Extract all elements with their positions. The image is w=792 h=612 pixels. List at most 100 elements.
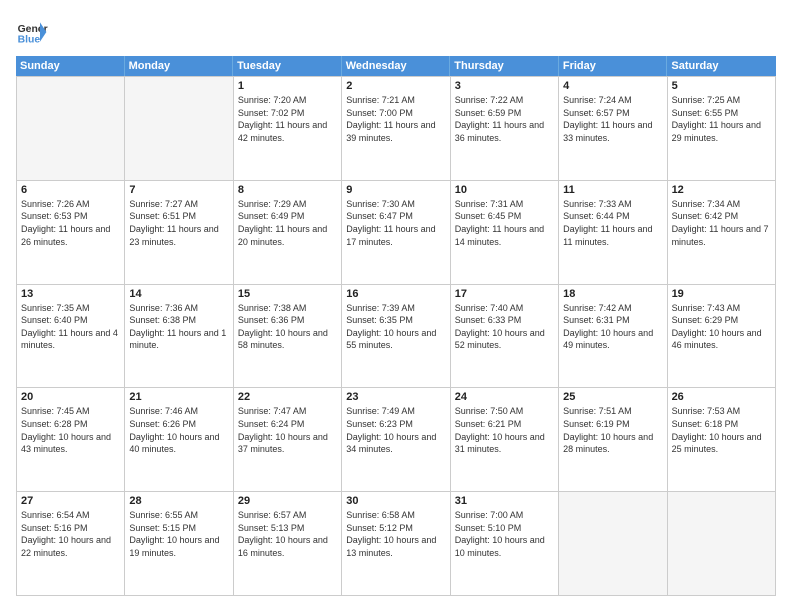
- day-info: Sunrise: 7:22 AM Sunset: 6:59 PM Dayligh…: [455, 94, 554, 144]
- weekday-header-thursday: Thursday: [450, 56, 559, 76]
- calendar-cell: 17 Sunrise: 7:40 AM Sunset: 6:33 PM Dayli…: [451, 285, 559, 389]
- calendar-cell: 9 Sunrise: 7:30 AM Sunset: 6:47 PM Daylig…: [342, 181, 450, 285]
- day-info: Sunrise: 6:55 AM Sunset: 5:15 PM Dayligh…: [129, 509, 228, 559]
- day-number: 21: [129, 391, 228, 403]
- day-number: 15: [238, 288, 337, 300]
- day-info: Sunrise: 7:39 AM Sunset: 6:35 PM Dayligh…: [346, 302, 445, 352]
- logo-icon: General Blue: [16, 16, 48, 48]
- day-info: Sunrise: 7:53 AM Sunset: 6:18 PM Dayligh…: [672, 405, 771, 455]
- day-number: 27: [21, 495, 120, 507]
- day-number: 23: [346, 391, 445, 403]
- calendar-cell: 5 Sunrise: 7:25 AM Sunset: 6:55 PM Daylig…: [668, 77, 776, 181]
- day-number: 9: [346, 184, 445, 196]
- calendar-cell: 11 Sunrise: 7:33 AM Sunset: 6:44 PM Dayli…: [559, 181, 667, 285]
- svg-text:Blue: Blue: [18, 34, 41, 45]
- calendar-cell: 15 Sunrise: 7:38 AM Sunset: 6:36 PM Dayli…: [234, 285, 342, 389]
- calendar-cell: 1Sunrise: 7:20 AM Sunset: 7:02 PM Daylig…: [234, 77, 342, 181]
- calendar-cell: 31 Sunrise: 7:00 AM Sunset: 5:10 PM Dayli…: [451, 492, 559, 596]
- day-number: 25: [563, 391, 662, 403]
- day-number: 11: [563, 184, 662, 196]
- day-number: 19: [672, 288, 771, 300]
- day-info: Sunrise: 7:30 AM Sunset: 6:47 PM Dayligh…: [346, 198, 445, 248]
- weekday-header-wednesday: Wednesday: [342, 56, 451, 76]
- day-info: Sunrise: 7:24 AM Sunset: 6:57 PM Dayligh…: [563, 94, 662, 144]
- calendar-cell: 16 Sunrise: 7:39 AM Sunset: 6:35 PM Dayli…: [342, 285, 450, 389]
- calendar-cell: 10 Sunrise: 7:31 AM Sunset: 6:45 PM Dayli…: [451, 181, 559, 285]
- page-header: General Blue: [16, 16, 776, 48]
- calendar-cell: 30 Sunrise: 6:58 AM Sunset: 5:12 PM Dayli…: [342, 492, 450, 596]
- day-info: Sunrise: 7:49 AM Sunset: 6:23 PM Dayligh…: [346, 405, 445, 455]
- day-info: Sunrise: 7:21 AM Sunset: 7:00 PM Dayligh…: [346, 94, 445, 144]
- calendar-cell: 26 Sunrise: 7:53 AM Sunset: 6:18 PM Dayli…: [668, 388, 776, 492]
- day-number: 31: [455, 495, 554, 507]
- day-info: Sunrise: 7:34 AM Sunset: 6:42 PM Dayligh…: [672, 198, 771, 248]
- day-info: Sunrise: 6:54 AM Sunset: 5:16 PM Dayligh…: [21, 509, 120, 559]
- day-info: Sunrise: 7:51 AM Sunset: 6:19 PM Dayligh…: [563, 405, 662, 455]
- calendar-cell: 12 Sunrise: 7:34 AM Sunset: 6:42 PM Dayli…: [668, 181, 776, 285]
- calendar-cell: [125, 77, 233, 181]
- calendar-cell: 3 Sunrise: 7:22 AM Sunset: 6:59 PM Daylig…: [451, 77, 559, 181]
- day-number: 26: [672, 391, 771, 403]
- day-number: 7: [129, 184, 228, 196]
- calendar-cell: 25 Sunrise: 7:51 AM Sunset: 6:19 PM Dayli…: [559, 388, 667, 492]
- calendar-cell: [559, 492, 667, 596]
- calendar-cell: 20Sunrise: 7:45 AM Sunset: 6:28 PM Dayli…: [17, 388, 125, 492]
- day-number: 28: [129, 495, 228, 507]
- calendar-cell: 13Sunrise: 7:35 AM Sunset: 6:40 PM Dayli…: [17, 285, 125, 389]
- day-info: Sunrise: 7:47 AM Sunset: 6:24 PM Dayligh…: [238, 405, 337, 455]
- calendar-cell: 19 Sunrise: 7:43 AM Sunset: 6:29 PM Dayli…: [668, 285, 776, 389]
- day-number: 10: [455, 184, 554, 196]
- calendar-cell: 8 Sunrise: 7:29 AM Sunset: 6:49 PM Daylig…: [234, 181, 342, 285]
- day-number: 8: [238, 184, 337, 196]
- calendar-cell: 24 Sunrise: 7:50 AM Sunset: 6:21 PM Dayli…: [451, 388, 559, 492]
- calendar-body: 1Sunrise: 7:20 AM Sunset: 7:02 PM Daylig…: [16, 76, 776, 596]
- day-number: 16: [346, 288, 445, 300]
- calendar-cell: 23 Sunrise: 7:49 AM Sunset: 6:23 PM Dayli…: [342, 388, 450, 492]
- day-info: Sunrise: 6:57 AM Sunset: 5:13 PM Dayligh…: [238, 509, 337, 559]
- day-info: Sunrise: 7:31 AM Sunset: 6:45 PM Dayligh…: [455, 198, 554, 248]
- day-info: Sunrise: 7:40 AM Sunset: 6:33 PM Dayligh…: [455, 302, 554, 352]
- day-info: Sunrise: 7:46 AM Sunset: 6:26 PM Dayligh…: [129, 405, 228, 455]
- weekday-header-saturday: Saturday: [667, 56, 776, 76]
- calendar-header: SundayMondayTuesdayWednesdayThursdayFrid…: [16, 56, 776, 76]
- calendar-cell: 7 Sunrise: 7:27 AM Sunset: 6:51 PM Daylig…: [125, 181, 233, 285]
- calendar-cell: 6Sunrise: 7:26 AM Sunset: 6:53 PM Daylig…: [17, 181, 125, 285]
- calendar-cell: 2Sunrise: 7:21 AM Sunset: 7:00 PM Daylig…: [342, 77, 450, 181]
- calendar-cell: 18 Sunrise: 7:42 AM Sunset: 6:31 PM Dayli…: [559, 285, 667, 389]
- day-info: Sunrise: 7:45 AM Sunset: 6:28 PM Dayligh…: [21, 405, 120, 455]
- day-info: Sunrise: 7:00 AM Sunset: 5:10 PM Dayligh…: [455, 509, 554, 559]
- calendar-cell: 29 Sunrise: 6:57 AM Sunset: 5:13 PM Dayli…: [234, 492, 342, 596]
- day-number: 24: [455, 391, 554, 403]
- day-info: Sunrise: 7:20 AM Sunset: 7:02 PM Dayligh…: [238, 94, 337, 144]
- day-info: Sunrise: 7:33 AM Sunset: 6:44 PM Dayligh…: [563, 198, 662, 248]
- day-number: 29: [238, 495, 337, 507]
- day-info: Sunrise: 7:42 AM Sunset: 6:31 PM Dayligh…: [563, 302, 662, 352]
- day-number: 6: [21, 184, 120, 196]
- calendar-cell: 22 Sunrise: 7:47 AM Sunset: 6:24 PM Dayli…: [234, 388, 342, 492]
- calendar-cell: 21 Sunrise: 7:46 AM Sunset: 6:26 PM Dayli…: [125, 388, 233, 492]
- day-info: Sunrise: 7:25 AM Sunset: 6:55 PM Dayligh…: [672, 94, 771, 144]
- day-info: Sunrise: 7:36 AM Sunset: 6:38 PM Dayligh…: [129, 302, 228, 352]
- day-number: 14: [129, 288, 228, 300]
- day-info: Sunrise: 7:43 AM Sunset: 6:29 PM Dayligh…: [672, 302, 771, 352]
- calendar-cell: 14 Sunrise: 7:36 AM Sunset: 6:38 PM Dayli…: [125, 285, 233, 389]
- day-number: 3: [455, 80, 554, 92]
- calendar-cell: 28 Sunrise: 6:55 AM Sunset: 5:15 PM Dayli…: [125, 492, 233, 596]
- day-info: Sunrise: 7:29 AM Sunset: 6:49 PM Dayligh…: [238, 198, 337, 248]
- day-info: Sunrise: 7:35 AM Sunset: 6:40 PM Dayligh…: [21, 302, 120, 352]
- calendar-cell: [668, 492, 776, 596]
- day-number: 22: [238, 391, 337, 403]
- day-info: Sunrise: 7:50 AM Sunset: 6:21 PM Dayligh…: [455, 405, 554, 455]
- day-number: 17: [455, 288, 554, 300]
- day-info: Sunrise: 6:58 AM Sunset: 5:12 PM Dayligh…: [346, 509, 445, 559]
- day-number: 30: [346, 495, 445, 507]
- logo: General Blue: [16, 16, 52, 48]
- day-number: 18: [563, 288, 662, 300]
- calendar-cell: [17, 77, 125, 181]
- day-info: Sunrise: 7:27 AM Sunset: 6:51 PM Dayligh…: [129, 198, 228, 248]
- weekday-header-monday: Monday: [125, 56, 234, 76]
- day-number: 4: [563, 80, 662, 92]
- day-number: 12: [672, 184, 771, 196]
- day-number: 5: [672, 80, 771, 92]
- day-info: Sunrise: 7:38 AM Sunset: 6:36 PM Dayligh…: [238, 302, 337, 352]
